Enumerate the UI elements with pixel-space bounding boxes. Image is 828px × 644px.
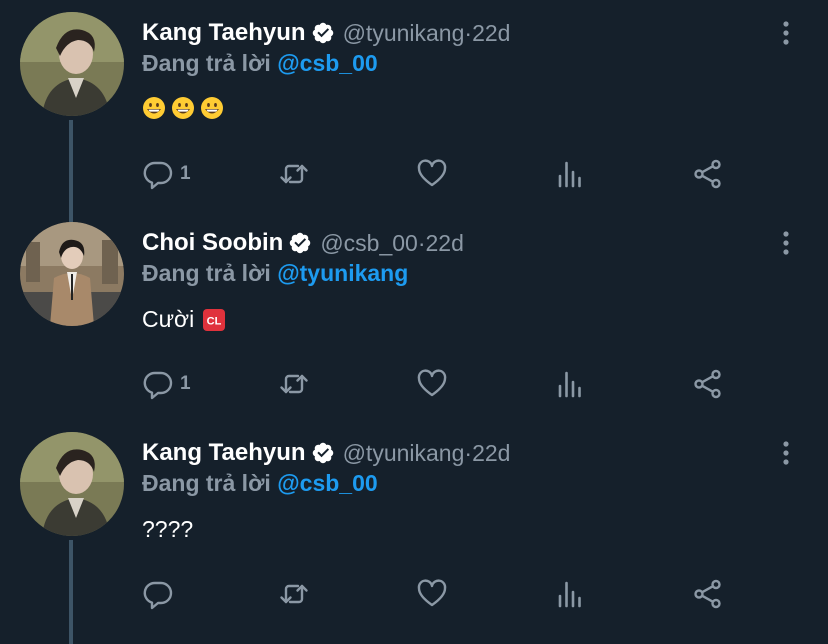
reply-button[interactable] <box>142 578 180 610</box>
timestamp[interactable]: 22d <box>472 20 510 47</box>
display-name[interactable]: Kang Taehyun <box>142 19 306 47</box>
avatar[interactable] <box>20 222 124 326</box>
reply-button[interactable]: 1 <box>142 368 191 400</box>
analytics-button[interactable] <box>554 578 586 610</box>
tweet-text: Cười CL <box>142 306 231 333</box>
analytics-icon <box>558 371 581 398</box>
cl-button-icon: CL <box>202 308 226 332</box>
avatar-image <box>20 432 124 536</box>
grinning-face-icon <box>171 96 195 120</box>
heart-icon <box>417 159 447 187</box>
reply-button[interactable]: 1 <box>142 158 191 190</box>
mention-link[interactable]: @csb_00 <box>277 470 377 496</box>
share-button[interactable] <box>692 578 724 610</box>
handle[interactable]: @tyunikang <box>343 20 465 47</box>
mention-link[interactable]: @tyunikang <box>277 260 408 286</box>
analytics-button[interactable] <box>554 368 586 400</box>
retweet-icon <box>280 584 308 604</box>
separator: · <box>464 19 473 46</box>
tweet-actions <box>0 574 828 614</box>
svg-text:CL: CL <box>207 315 222 327</box>
grinning-face-icon <box>200 96 224 120</box>
replying-to: Đang trả lời @tyunikang <box>142 260 408 287</box>
grinning-face-icon <box>142 96 166 120</box>
analytics-icon <box>558 581 581 608</box>
replying-to: Đang trả lời @csb_00 <box>142 470 378 497</box>
replying-to-label: Đang trả lời <box>142 50 271 76</box>
tweet-text-content: ???? <box>142 516 194 542</box>
share-button[interactable] <box>692 368 724 400</box>
verified-badge-icon <box>288 231 312 255</box>
timestamp[interactable]: 22d <box>426 230 464 257</box>
like-button[interactable] <box>416 158 448 190</box>
tweet-text <box>142 96 229 120</box>
timestamp[interactable]: 22d <box>472 440 510 467</box>
handle[interactable]: @tyunikang <box>343 440 465 467</box>
tweet-header: Choi Soobin @csb_00 · 22d <box>142 226 464 260</box>
retweet-icon <box>280 374 308 394</box>
tweet[interactable]: Kang Taehyun @tyunikang · 22d Đang trả l… <box>0 420 828 630</box>
reply-icon <box>143 581 173 610</box>
heart-icon <box>417 579 447 607</box>
share-icon <box>694 159 721 189</box>
avatar[interactable] <box>20 12 124 116</box>
replying-to: Đang trả lời @csb_00 <box>142 50 378 77</box>
like-button[interactable] <box>416 578 448 610</box>
reply-icon <box>143 371 173 400</box>
share-button[interactable] <box>692 158 724 190</box>
separator: · <box>417 229 426 256</box>
retweet-button[interactable] <box>278 578 310 610</box>
handle[interactable]: @csb_00 <box>320 230 418 257</box>
tweet[interactable]: Kang Taehyun @tyunikang · 22d Đang trả l… <box>0 0 828 224</box>
tweet[interactable]: Choi Soobin @csb_00 · 22d Đang trả lời @… <box>0 210 828 644</box>
avatar[interactable] <box>20 432 124 536</box>
tweet-actions: 1 <box>0 364 828 404</box>
tweet-header: Kang Taehyun @tyunikang · 22d <box>142 16 510 50</box>
avatar-image <box>20 222 124 326</box>
retweet-button[interactable] <box>278 368 310 400</box>
replying-to-label: Đang trả lời <box>142 470 271 496</box>
like-button[interactable] <box>416 368 448 400</box>
verified-badge-icon <box>311 21 335 45</box>
mention-link[interactable]: @csb_00 <box>277 50 377 76</box>
heart-icon <box>417 369 447 397</box>
replying-to-label: Đang trả lời <box>142 260 271 286</box>
separator: · <box>464 439 473 466</box>
more-vertical-icon[interactable] <box>776 440 796 466</box>
more-vertical-icon[interactable] <box>776 20 796 46</box>
share-icon <box>694 579 721 609</box>
retweet-button[interactable] <box>278 158 310 190</box>
retweet-icon <box>280 164 308 184</box>
verified-badge-icon <box>311 441 335 465</box>
analytics-icon <box>558 161 581 188</box>
tweet-header: Kang Taehyun @tyunikang · 22d <box>142 436 510 470</box>
tweet-text-content: Cười <box>142 306 195 332</box>
analytics-button[interactable] <box>554 158 586 190</box>
reply-count: 1 <box>180 373 191 394</box>
display-name[interactable]: Kang Taehyun <box>142 439 306 467</box>
reply-count: 1 <box>180 163 191 184</box>
share-icon <box>694 369 721 399</box>
display-name[interactable]: Choi Soobin <box>142 229 283 257</box>
tweet-text: ???? <box>142 516 193 543</box>
avatar-image <box>20 12 124 116</box>
reply-icon <box>143 161 173 190</box>
tweet-actions: 1 <box>0 154 828 194</box>
more-vertical-icon[interactable] <box>776 230 796 256</box>
